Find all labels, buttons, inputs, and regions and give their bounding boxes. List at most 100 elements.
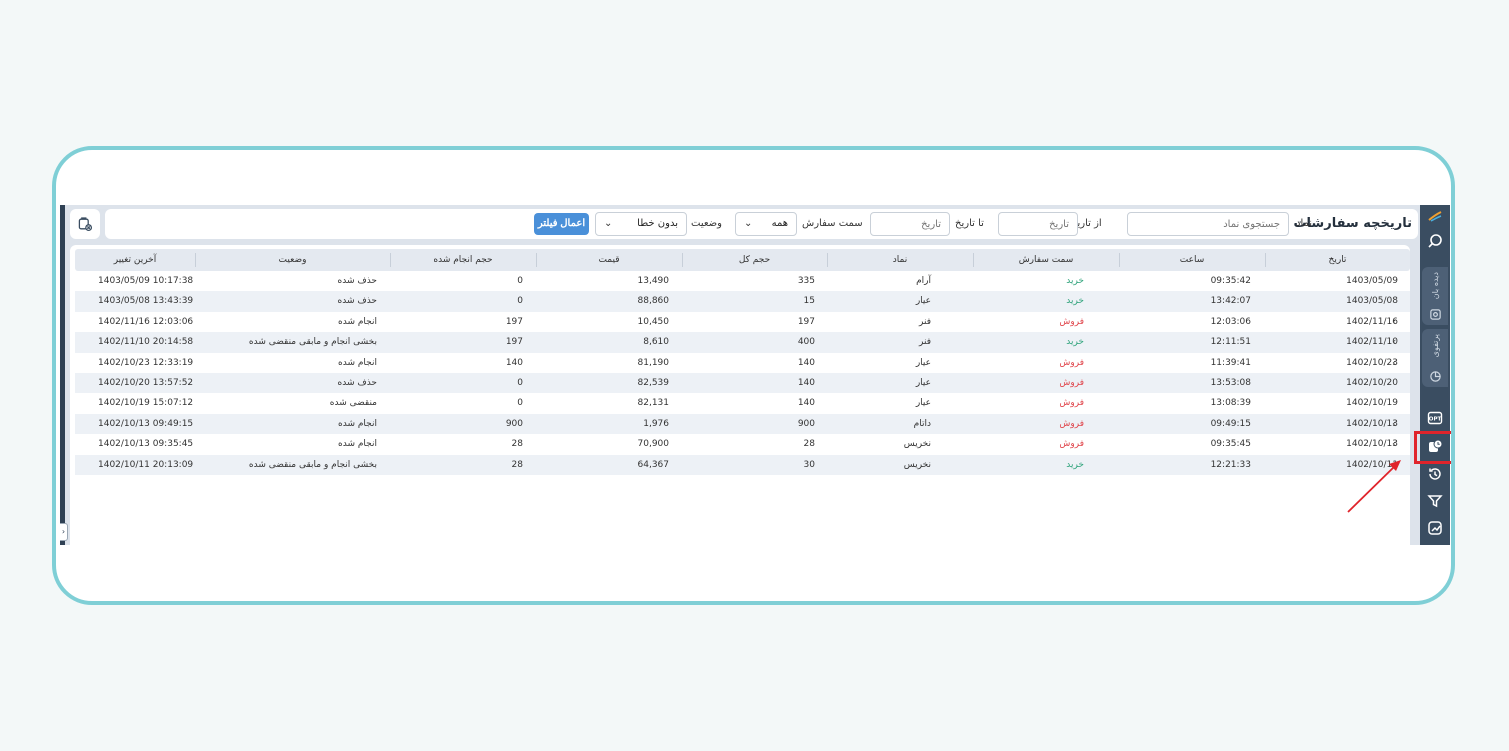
history-icon [1429, 468, 1441, 480]
table-row[interactable]: 1403/05/09 09:35:42 خرید آرام 335 13,490 0 حذف … [75, 271, 1410, 291]
cell-filled: 28 [511, 439, 523, 450]
sidebar-chart-button[interactable] [1424, 517, 1446, 539]
cell-status: حذف شده [337, 276, 377, 286]
cell-filled: 0 [517, 276, 523, 286]
cell-status: انجام شده [338, 439, 377, 450]
to-date-label: تا تاریخ [955, 218, 984, 229]
sidebar-order-history-button[interactable] [1424, 435, 1446, 457]
col-side[interactable]: سمت سفارش [973, 249, 1119, 271]
cell-price: 81,190 [637, 357, 670, 368]
sidebar-tab-portfolio[interactable]: پرتفوی [1422, 329, 1448, 387]
cell-side: خرید [1066, 276, 1084, 286]
apply-filter-button[interactable]: اعمال فیلتر [534, 213, 589, 235]
cell-side: فروش [1059, 398, 1084, 409]
cell-filled: 28 [511, 459, 523, 470]
cell-date: 1402/10/11 [1346, 459, 1398, 470]
cell-side: فروش [1059, 316, 1084, 327]
cell-last-change: 1402/10/23 12:33:19 [98, 357, 194, 368]
cell-last-change: 1402/11/16 12:03:06 [98, 316, 194, 327]
col-filled[interactable]: حجم انجام شده [390, 249, 536, 271]
sidebar-opt-button[interactable]: OPT [1424, 407, 1446, 429]
cell-time: 12:03:06 [1210, 316, 1251, 327]
cell-time: 13:08:39 [1210, 398, 1251, 409]
cell-time: 09:35:45 [1210, 439, 1251, 450]
logo-icon [1428, 211, 1442, 222]
col-status[interactable]: وضعیت [195, 249, 390, 271]
cell-status: انجام شده [338, 316, 377, 327]
table-row[interactable]: 1402/10/19 13:08:39 فروش عیار 140 82,131 0 منقض… [75, 393, 1410, 413]
col-volume[interactable]: حجم کل [682, 249, 827, 271]
cell-status: حذف شده [337, 377, 377, 388]
cell-symbol: عیار [915, 296, 931, 307]
status-select[interactable]: ⌄ بدون خطا [595, 212, 687, 236]
cell-filled: 0 [517, 296, 523, 307]
cell-symbol: داتام [913, 418, 931, 429]
cell-symbol: آرام [916, 276, 931, 286]
cell-symbol: عیار [915, 398, 931, 409]
cell-volume: 140 [797, 357, 815, 368]
screenshot-frame: › تاریخچه سفارشات نماد از تاریخ تا تاریخ… [52, 146, 1455, 605]
col-time[interactable]: ساعت [1119, 249, 1265, 271]
svg-text:OPT: OPT [1429, 417, 1442, 423]
cell-side: خرید [1066, 337, 1084, 348]
row-expand-icon[interactable]: ‹ [1392, 353, 1396, 373]
cell-status: انجام شده [338, 357, 377, 368]
opt-icon: OPT [1427, 411, 1443, 425]
cell-volume: 197 [797, 316, 815, 327]
col-price[interactable]: قیمت [536, 249, 682, 271]
cell-last-change: 1402/10/11 20:13:09 [98, 459, 194, 470]
cell-time: 09:49:15 [1210, 418, 1251, 429]
cell-side: فروش [1059, 357, 1084, 368]
sidebar-filter-button[interactable] [1424, 490, 1446, 512]
cell-last-change: 1402/10/19 15:07:12 [98, 398, 194, 409]
status-value: بدون خطا [637, 218, 678, 229]
right-sidebar: دیده بان پرتفوی OPT [1420, 205, 1450, 545]
filter-toolbar: تاریخچه سفارشات نماد از تاریخ تا تاریخ س… [105, 209, 1418, 239]
row-expand-icon[interactable]: ‹ [1392, 434, 1396, 454]
collapse-panel-handle[interactable]: › [60, 523, 68, 541]
cell-volume: 15 [803, 296, 815, 307]
clear-filter-button[interactable] [70, 209, 100, 239]
cell-time: 13:53:08 [1210, 377, 1251, 388]
sidebar-search-button[interactable] [1424, 230, 1446, 252]
sidebar-tab-watchlist[interactable]: دیده بان [1422, 267, 1448, 325]
col-symbol[interactable]: نماد [827, 249, 973, 271]
row-expand-icon[interactable]: ‹ [1392, 332, 1396, 352]
cell-volume: 30 [803, 459, 815, 470]
cell-date: 1403/05/09 [1346, 276, 1398, 286]
cell-last-change: 1402/10/13 09:49:15 [98, 418, 194, 429]
table-row[interactable]: 1402/10/20 13:53:08 فروش عیار 140 82,539 0 حذف … [75, 372, 1410, 394]
cell-price: 88,860 [637, 296, 670, 307]
table-row[interactable]: 1402/10/13 09:35:45 فروش نخریس 28 70,900 28 انج… [75, 434, 1410, 454]
from-date-input[interactable] [998, 212, 1078, 236]
table-row[interactable]: 1402/11/16 12:03:06 فروش فنر 197 10,450 197 انج… [75, 312, 1410, 332]
cell-filled: 140 [505, 357, 523, 368]
filter-icon [1427, 495, 1443, 508]
cell-side: خرید [1066, 296, 1084, 307]
row-expand-icon[interactable]: ‹ [1392, 312, 1396, 332]
to-date-input[interactable] [870, 212, 950, 236]
cell-price: 8,610 [643, 337, 669, 348]
order-side-select[interactable]: ⌄ همه [735, 212, 797, 236]
cell-date: 1403/05/08 [1346, 296, 1398, 307]
table-row[interactable]: 1402/10/23 11:39:41 فروش عیار 140 81,190 140 ان… [75, 353, 1410, 373]
cell-volume: 28 [803, 439, 815, 450]
cell-volume: 335 [797, 276, 815, 286]
row-expand-icon[interactable]: ‹ [1392, 414, 1396, 434]
cell-side: فروش [1059, 418, 1084, 429]
table-row[interactable]: 1402/10/13 09:49:15 فروش داتام 900 1,976 900 ان… [75, 413, 1410, 435]
cell-price: 64,367 [637, 459, 670, 470]
cell-price: 13,490 [637, 276, 670, 286]
chart-icon [1428, 521, 1442, 535]
cell-price: 70,900 [637, 439, 670, 450]
symbol-search-input[interactable] [1127, 212, 1289, 236]
clear-filter-icon [78, 217, 93, 232]
cell-side: خرید [1066, 459, 1084, 470]
table-header: تاریخ ساعت سمت سفارش نماد حجم کل قیمت حج… [75, 249, 1410, 271]
col-last-change[interactable]: آخرین تغییر [75, 249, 195, 271]
table-row[interactable]: 1402/10/11 12:21:33 خرید نخریس 30 64,367 28 بخش… [75, 454, 1410, 475]
table-row[interactable]: 1402/11/10 12:11:51 خرید فنر 400 8,610 197 بخشی… [75, 332, 1410, 353]
col-date[interactable]: تاریخ [1265, 249, 1410, 271]
sidebar-history-button[interactable] [1424, 463, 1446, 485]
table-row[interactable]: 1403/05/08 13:42:07 خرید عیار 15 88,860 0 حذف ش… [75, 291, 1410, 312]
